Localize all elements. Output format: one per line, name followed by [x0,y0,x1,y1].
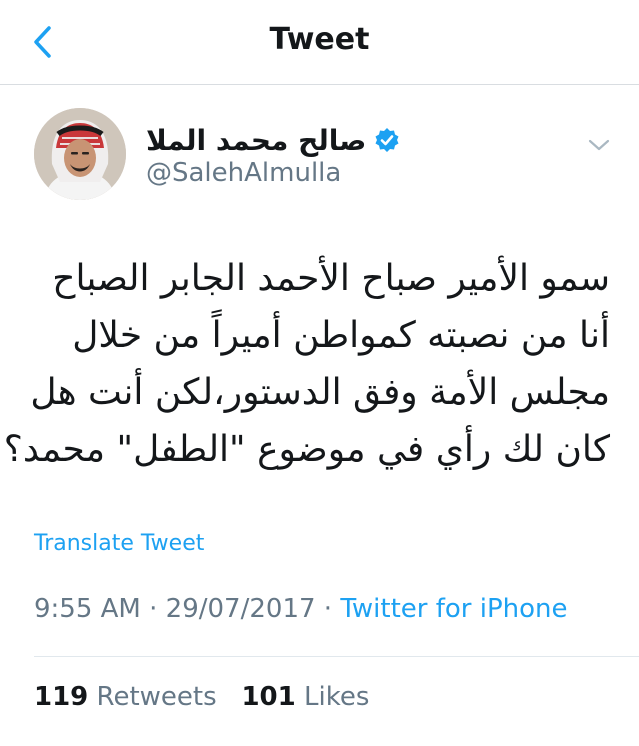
author-display-name: صالح محمد الملا [146,123,367,157]
more-options-button[interactable] [584,130,614,160]
tweet-stats: 119 Retweets 101 Likes [34,682,369,712]
profile-photo [34,108,126,200]
retweets-count: 119 [34,682,89,712]
retweets-stat[interactable]: 119 Retweets [34,682,225,712]
author-handle[interactable]: @SalehAlmulla [146,158,341,188]
translate-tweet-link[interactable]: Translate Tweet [34,531,204,556]
tweet-text-line: كان لك رأي في موضوع "الطفل" محمد؟! [0,429,610,470]
likes-label: Likes [303,682,370,712]
author-name-row[interactable]: صالح محمد الملا [146,122,400,158]
avatar[interactable] [34,108,126,200]
meta-separator: · [323,594,333,624]
chevron-down-icon [588,139,610,151]
likes-count: 101 [241,682,296,712]
tweet-text: سمو الأمير صباح الأحمد الجابر الصباح أنا… [0,250,610,478]
navigation-bar: Tweet [0,0,639,85]
meta-separator: · [149,594,158,624]
page-title: Tweet [269,22,370,57]
tweet-text-line: أنا من نصبته كمواطن أميراً من خلال [72,315,610,356]
tweet-source-link[interactable]: Twitter for iPhone [340,594,567,624]
tweet-text-line: مجلس الأمة وفق الدستور،لكن أنت هل [30,372,610,413]
tweet-time: 9:55 AM [34,594,141,624]
tweet-text-line: سمو الأمير صباح الأحمد الجابر الصباح [52,258,610,299]
likes-stat[interactable]: 101 Likes [241,682,369,712]
tweet-date: 29/07/2017 [165,594,316,624]
divider [34,656,639,657]
tweet-metadata: 9:55 AM · 29/07/2017 · Twitter for iPhon… [34,594,568,624]
retweets-label: Retweets [96,682,217,712]
verified-badge-icon [375,128,399,152]
